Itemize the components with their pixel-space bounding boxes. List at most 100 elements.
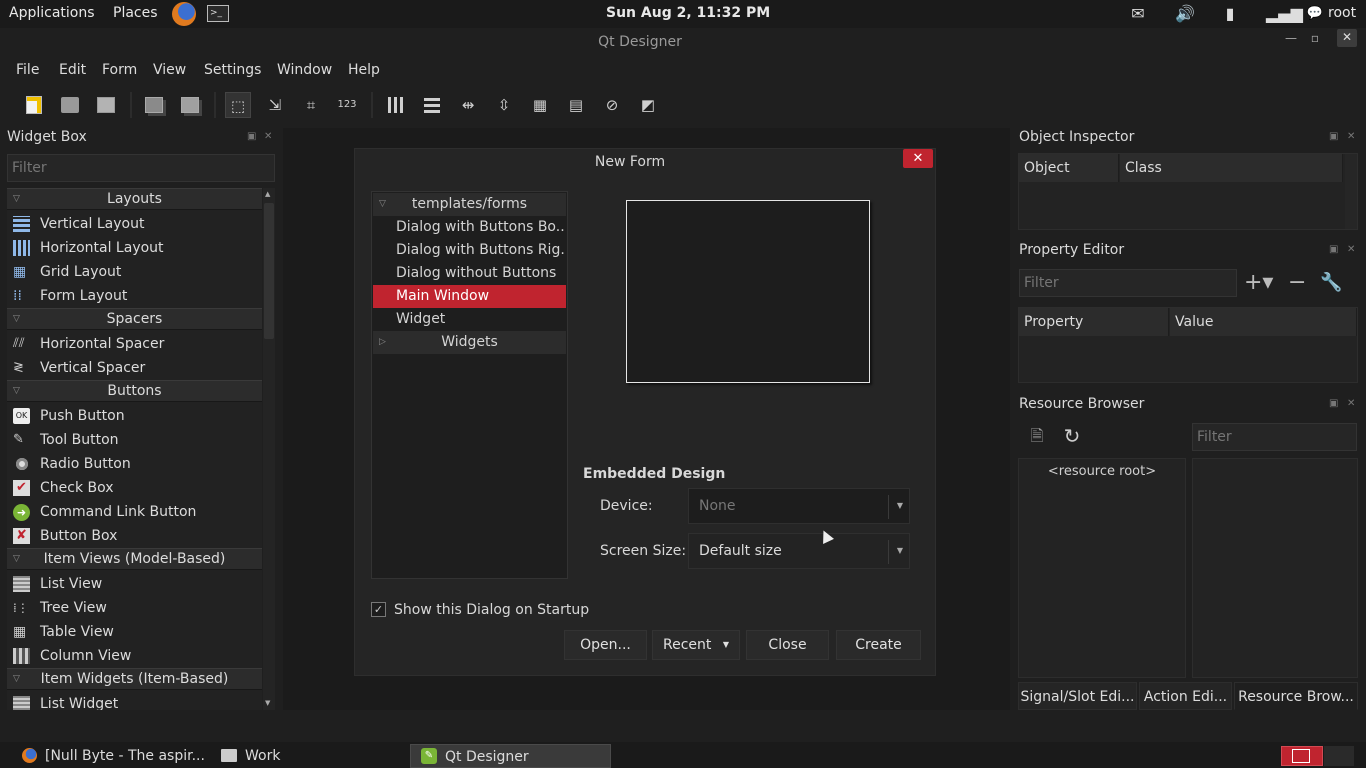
lay-out-vertically-icon[interactable] [419, 92, 445, 118]
recent-button[interactable]: Recent ▼ [652, 630, 740, 660]
category-layouts[interactable]: ▽ Layouts [7, 188, 262, 210]
category-item-views[interactable]: ▽ Item Views (Model-Based) [7, 548, 262, 570]
widget-item-button-box[interactable]: ✘ Button Box [7, 524, 262, 548]
tree-widgets[interactable]: ▷ Widgets [373, 331, 566, 354]
widget-item-radio-button[interactable]: Radio Button [7, 452, 262, 476]
dock-float-icon[interactable]: ▣ [1329, 398, 1338, 409]
lay-out-horizontally-icon[interactable] [383, 92, 409, 118]
menu-view[interactable]: View [153, 62, 186, 78]
lay-out-horizontal-splitter-icon[interactable]: ⇹ [455, 92, 481, 118]
minimize-icon[interactable]: — [1282, 30, 1300, 46]
widget-item-tool-button[interactable]: ✎ Tool Button [7, 428, 262, 452]
create-button[interactable]: Create [836, 630, 921, 660]
tab-resource-browser[interactable]: Resource Brow... [1234, 682, 1358, 710]
scrollbar-thumb[interactable] [264, 203, 274, 339]
dialog-close-icon[interactable]: ✕ [903, 149, 933, 168]
screen-size-combo[interactable]: Default size ▼ [688, 533, 910, 569]
places-menu[interactable]: Places [113, 5, 158, 21]
widget-item-check-box[interactable]: ✔ Check Box [7, 476, 262, 500]
menu-edit[interactable]: Edit [59, 62, 86, 78]
widget-item-vertical-layout[interactable]: Vertical Layout [7, 212, 262, 236]
scroll-up-icon[interactable]: ▲ [265, 190, 270, 198]
menu-file[interactable]: File [16, 62, 39, 78]
property-column-header[interactable]: Property [1019, 308, 1169, 336]
object-inspector-scrollbar[interactable] [1345, 154, 1357, 229]
chat-icon[interactable]: 💬 [1305, 4, 1325, 24]
firefox-launcher-icon[interactable] [172, 2, 196, 26]
redo-icon[interactable] [177, 92, 203, 118]
break-layout-icon[interactable]: ⊘ [599, 92, 625, 118]
tree-dialog-buttons-bottom[interactable]: Dialog with Buttons Bo... [373, 216, 566, 239]
wrench-icon[interactable]: 🔧 [1320, 270, 1354, 296]
category-buttons[interactable]: ▽ Buttons [7, 380, 262, 402]
terminal-launcher-icon[interactable]: >_ [207, 5, 229, 22]
clock[interactable]: Sun Aug 2, 11:32 PM [606, 5, 770, 21]
dock-close-icon[interactable]: ✕ [264, 131, 272, 142]
edit-resources-icon[interactable]: 🗎 [1026, 424, 1048, 448]
maximize-icon[interactable]: ▫ [1306, 30, 1324, 46]
save-form-icon[interactable] [93, 92, 119, 118]
dock-close-icon[interactable]: ✕ [1347, 244, 1355, 255]
edit-tab-order-icon[interactable]: 123 [334, 92, 360, 118]
dock-close-icon[interactable]: ✕ [1347, 131, 1355, 142]
reload-icon[interactable]: ↻ [1061, 424, 1083, 448]
widget-item-push-button[interactable]: OK Push Button [7, 404, 262, 428]
dock-float-icon[interactable]: ▣ [247, 131, 256, 142]
value-column-header[interactable]: Value [1170, 308, 1357, 336]
widget-item-column-view[interactable]: Column View [7, 644, 262, 668]
property-filter-input[interactable] [1019, 269, 1237, 297]
applications-menu[interactable]: Applications [9, 5, 95, 21]
battery-icon[interactable]: ▮ [1220, 4, 1240, 24]
menu-form[interactable]: Form [102, 62, 137, 78]
tree-widget[interactable]: Widget [373, 308, 566, 331]
workspace-switcher-2[interactable] [1324, 746, 1354, 766]
tree-dialog-buttons-right[interactable]: Dialog with Buttons Rig... [373, 239, 566, 262]
user-menu[interactable]: root [1328, 5, 1356, 21]
widget-item-table-view[interactable]: ▦ Table View [7, 620, 262, 644]
dock-close-icon[interactable]: ✕ [1347, 398, 1355, 409]
adjust-size-icon[interactable]: ◩ [635, 92, 661, 118]
menu-window[interactable]: Window [277, 62, 332, 78]
task-qt-designer[interactable]: Qt Designer [410, 744, 611, 768]
widget-item-vertical-spacer[interactable]: ≷ Vertical Spacer [7, 356, 262, 380]
tab-signal-slot-editor[interactable]: Signal/Slot Edi... [1018, 682, 1137, 710]
new-form-icon[interactable] [21, 92, 47, 118]
widget-item-tree-view[interactable]: ⁞⋮ Tree View [7, 596, 262, 620]
tree-templates-forms[interactable]: ▽ templates/forms [373, 193, 566, 216]
dock-float-icon[interactable]: ▣ [1329, 244, 1338, 255]
network-signal-icon[interactable]: ▂▄▆ [1266, 4, 1303, 24]
remove-property-icon[interactable]: − [1288, 270, 1310, 296]
scroll-down-icon[interactable]: ▼ [265, 699, 270, 707]
class-column-header[interactable]: Class [1120, 154, 1343, 182]
widget-item-list-view[interactable]: List View [7, 572, 262, 596]
widget-item-horizontal-layout[interactable]: Horizontal Layout [7, 236, 262, 260]
volume-icon[interactable]: 🔊 [1175, 4, 1195, 24]
resource-root-item[interactable]: <resource root> [1018, 464, 1186, 479]
notification-icon[interactable]: ✉ [1128, 4, 1148, 24]
edit-signals-slots-icon[interactable]: ⇲ [262, 92, 288, 118]
show-on-startup-checkbox[interactable]: ✓ [371, 602, 386, 617]
undo-icon[interactable] [141, 92, 167, 118]
edit-widgets-icon[interactable]: ⬚ [225, 92, 251, 118]
menu-help[interactable]: Help [348, 62, 380, 78]
widget-item-command-link-button[interactable]: ➜ Command Link Button [7, 500, 262, 524]
open-button[interactable]: Open... [564, 630, 647, 660]
category-item-widgets[interactable]: ▽ Item Widgets (Item-Based) [7, 668, 262, 690]
device-combo[interactable]: None ▼ [688, 488, 910, 524]
object-column-header[interactable]: Object [1019, 154, 1119, 182]
widget-item-horizontal-spacer[interactable]: ⫽⫽ Horizontal Spacer [7, 332, 262, 356]
widget-item-grid-layout[interactable]: ▦ Grid Layout [7, 260, 262, 284]
open-form-icon[interactable] [57, 92, 83, 118]
menu-settings[interactable]: Settings [204, 62, 261, 78]
lay-out-grid-icon[interactable]: ▦ [527, 92, 553, 118]
lay-out-vertical-splitter-icon[interactable]: ⇳ [491, 92, 517, 118]
lay-out-form-icon[interactable]: ▤ [563, 92, 589, 118]
category-spacers[interactable]: ▽ Spacers [7, 308, 262, 330]
resource-filter-input[interactable] [1192, 423, 1357, 451]
widget-item-list-widget[interactable]: List Widget [7, 692, 262, 710]
task-firefox[interactable]: [Null Byte - The aspir... [45, 744, 205, 768]
tree-dialog-without-buttons[interactable]: Dialog without Buttons [373, 262, 566, 285]
dock-float-icon[interactable]: ▣ [1329, 131, 1338, 142]
widget-item-form-layout[interactable]: ⁞⁞ Form Layout [7, 284, 262, 308]
tab-action-editor[interactable]: Action Edi... [1139, 682, 1232, 710]
